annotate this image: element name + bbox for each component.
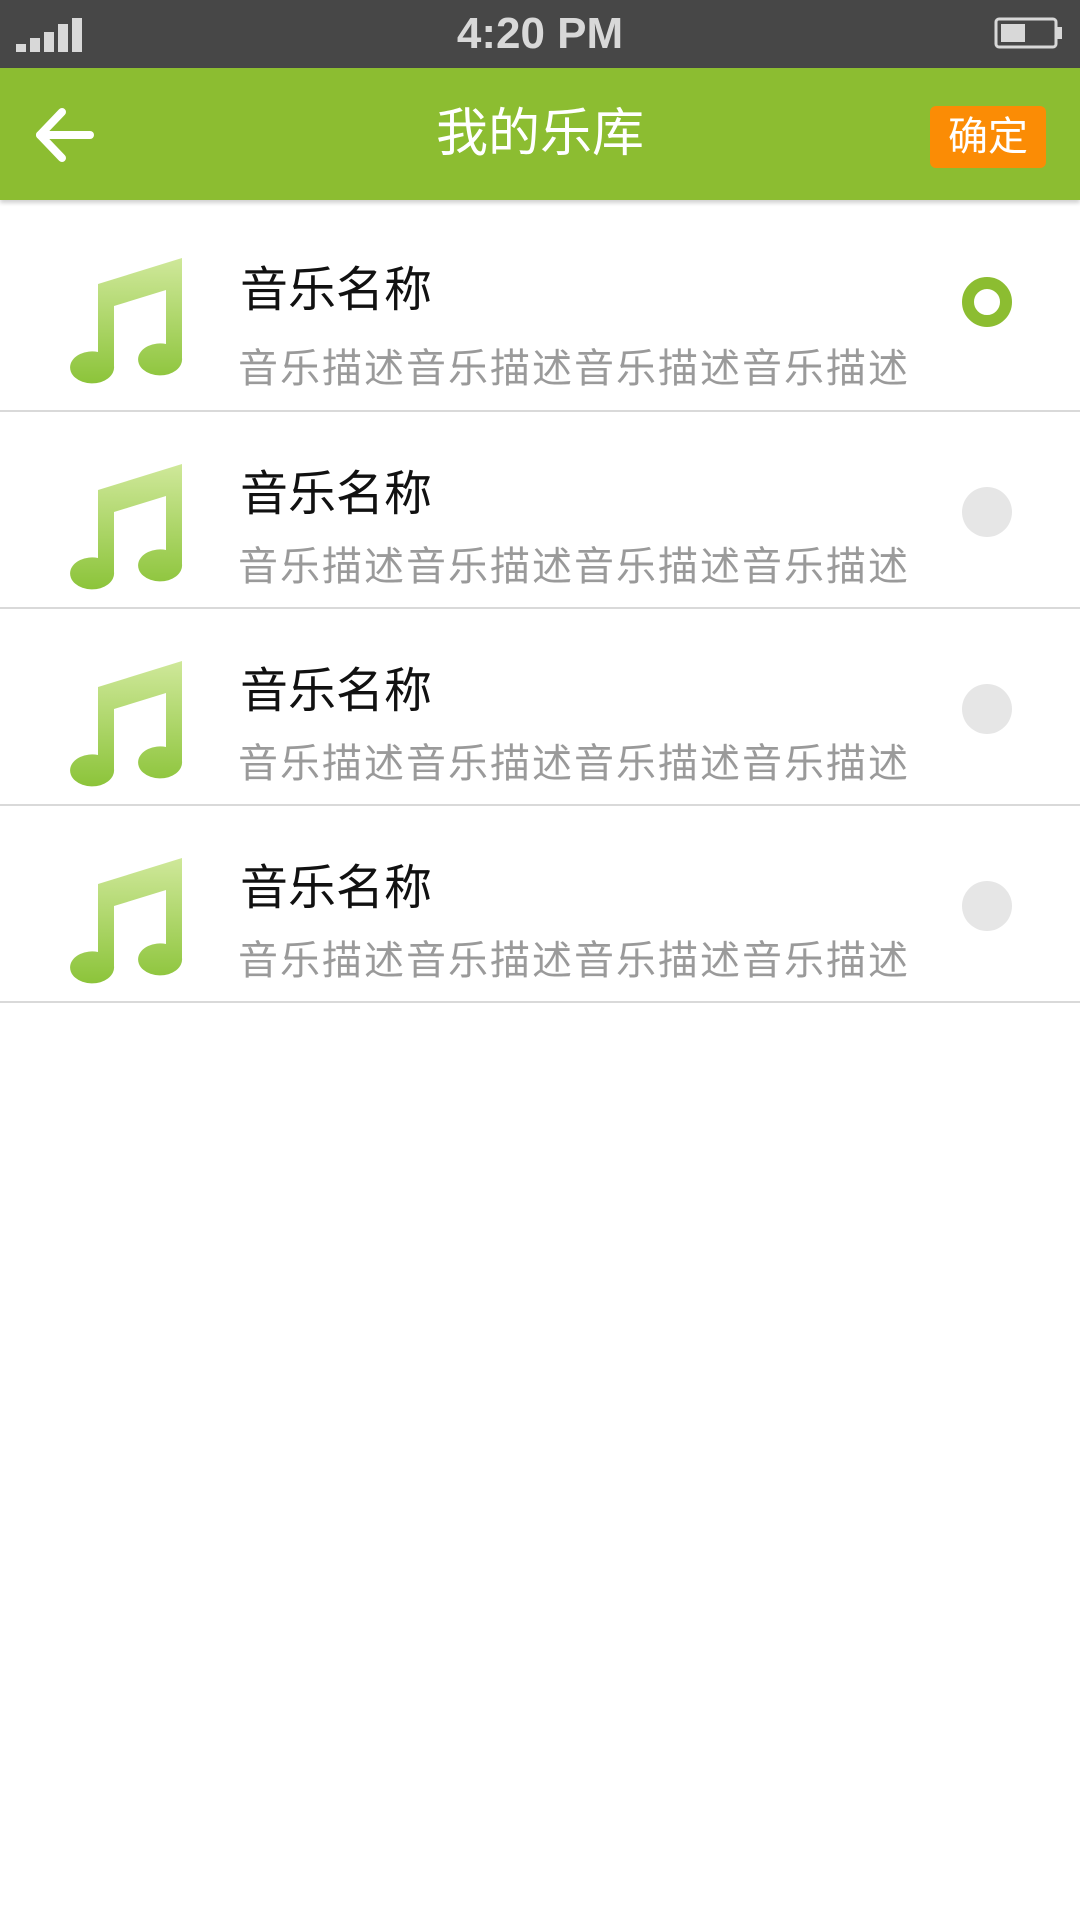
confirm-button[interactable]: 确定: [930, 106, 1046, 168]
select-radio[interactable]: [962, 881, 1012, 931]
music-note-icon: [70, 858, 183, 984]
select-radio[interactable]: [962, 684, 1012, 734]
music-title: 音乐名称: [240, 466, 433, 522]
battery-icon: [994, 17, 1062, 49]
music-list-item[interactable]: 音乐名称 音乐描述音乐描述音乐描述音乐描述: [0, 609, 1080, 806]
music-title: 音乐名称: [240, 663, 433, 719]
music-list-item[interactable]: 音乐名称 音乐描述音乐描述音乐描述音乐描述: [0, 806, 1080, 1003]
music-note-icon: [70, 661, 183, 787]
music-list-item[interactable]: 音乐名称 音乐描述音乐描述音乐描述音乐描述: [0, 200, 1080, 412]
music-description: 音乐描述音乐描述音乐描述音乐描述: [238, 938, 910, 984]
select-radio[interactable]: [962, 277, 1012, 327]
music-description: 音乐描述音乐描述音乐描述音乐描述: [238, 544, 910, 590]
music-description: 音乐描述音乐描述音乐描述音乐描述: [238, 741, 910, 787]
music-note-icon: [70, 464, 183, 590]
page-title: 我的乐库: [435, 104, 644, 164]
music-list-item[interactable]: 音乐名称 音乐描述音乐描述音乐描述音乐描述: [0, 412, 1080, 609]
status-bar: 4:20 PM: [0, 0, 1080, 68]
music-list: 音乐名称 音乐描述音乐描述音乐描述音乐描述 音乐名称 音乐描述音乐描述音乐描述音…: [0, 200, 1080, 1003]
music-description: 音乐描述音乐描述音乐描述音乐描述: [238, 346, 910, 392]
music-note-icon: [70, 258, 183, 384]
music-title: 音乐名称: [240, 262, 433, 318]
status-time: 4:20 PM: [456, 9, 624, 58]
app-header: 我的乐库 确定: [0, 68, 1080, 200]
music-title: 音乐名称: [240, 860, 433, 916]
select-radio[interactable]: [962, 487, 1012, 537]
